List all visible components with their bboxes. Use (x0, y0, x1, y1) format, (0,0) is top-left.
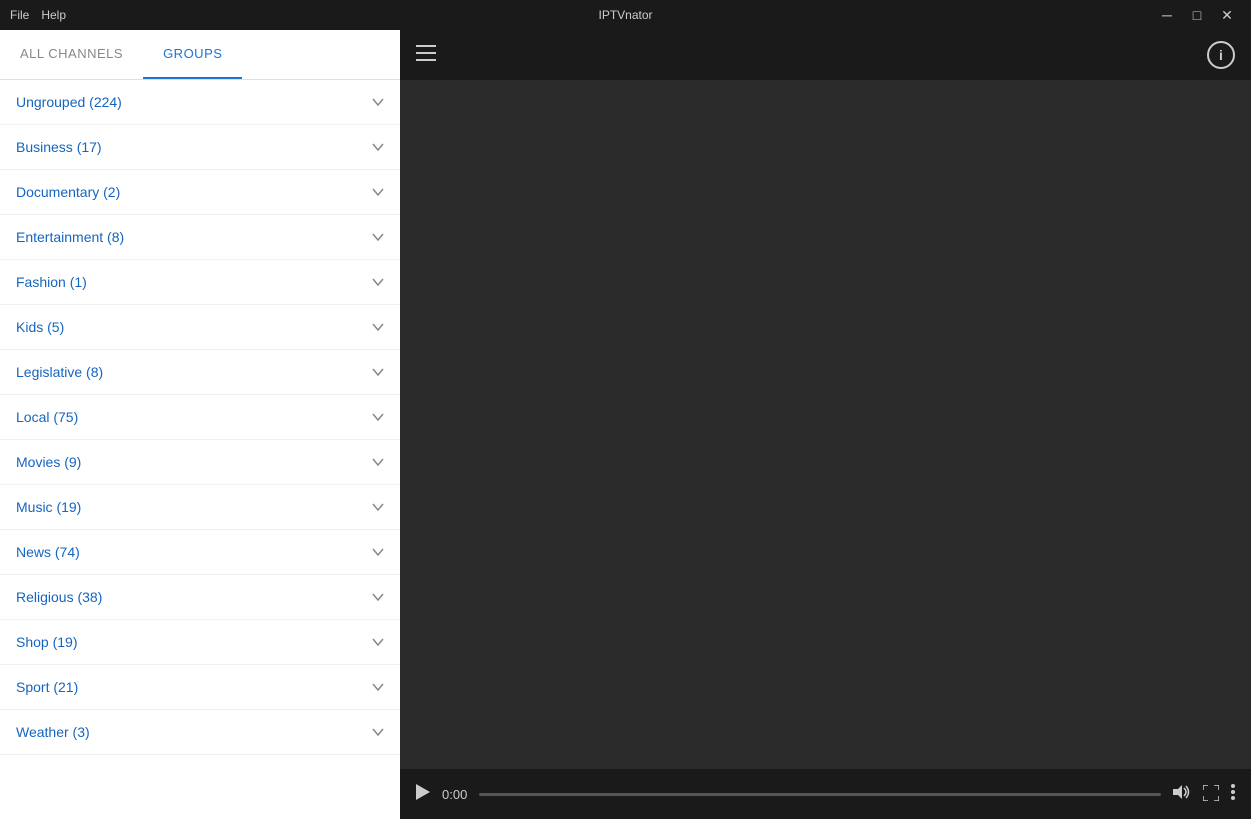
minimize-button[interactable]: ─ (1153, 4, 1181, 26)
chevron-down-icon (372, 680, 384, 694)
group-label: Shop (19) (16, 634, 77, 650)
chevron-down-icon (372, 410, 384, 424)
group-list-item[interactable]: Religious (38) (0, 575, 400, 620)
play-button[interactable] (416, 784, 430, 805)
maximize-button[interactable]: □ (1183, 4, 1211, 26)
help-menu[interactable]: Help (41, 8, 66, 22)
chevron-down-icon (372, 365, 384, 379)
chevron-down-icon (372, 500, 384, 514)
group-list-item[interactable]: Movies (9) (0, 440, 400, 485)
group-label: Kids (5) (16, 319, 64, 335)
video-area[interactable] (400, 80, 1251, 769)
chevron-down-icon (372, 545, 384, 559)
time-display: 0:00 (442, 787, 467, 802)
group-list-item[interactable]: Shop (19) (0, 620, 400, 665)
video-panel: i 0:00 (400, 30, 1251, 819)
volume-icon[interactable] (1173, 785, 1191, 803)
close-button[interactable]: ✕ (1213, 4, 1241, 26)
group-label: Legislative (8) (16, 364, 103, 380)
chevron-down-icon (372, 635, 384, 649)
group-label: Sport (21) (16, 679, 78, 695)
chevron-down-icon (372, 140, 384, 154)
group-list-item[interactable]: Ungrouped (224) (0, 80, 400, 125)
group-list: Ungrouped (224) Business (17) Documentary … (0, 80, 400, 819)
title-bar-menu-group: File Help (10, 8, 66, 22)
sidebar-tabs: ALL CHANNELS GROUPS (0, 30, 400, 80)
group-list-item[interactable]: Local (75) (0, 395, 400, 440)
file-menu[interactable]: File (10, 8, 29, 22)
app-title: IPTVnator (598, 8, 652, 22)
group-list-item[interactable]: Music (19) (0, 485, 400, 530)
group-list-item[interactable]: Sport (21) (0, 665, 400, 710)
group-list-item[interactable]: Legislative (8) (0, 350, 400, 395)
main-content: ALL CHANNELS GROUPS Ungrouped (224) Busin… (0, 30, 1251, 819)
video-controls: 0:00 (400, 769, 1251, 819)
group-label: Fashion (1) (16, 274, 87, 290)
group-label: News (74) (16, 544, 80, 560)
tab-all-channels[interactable]: ALL CHANNELS (0, 30, 143, 79)
group-label: Religious (38) (16, 589, 102, 605)
group-label: Entertainment (8) (16, 229, 124, 245)
group-list-item[interactable]: Weather (3) (0, 710, 400, 755)
video-toolbar: i (400, 30, 1251, 80)
chevron-down-icon (372, 455, 384, 469)
chevron-down-icon (372, 230, 384, 244)
chevron-down-icon (372, 590, 384, 604)
sidebar: ALL CHANNELS GROUPS Ungrouped (224) Busin… (0, 30, 400, 819)
more-options-icon[interactable] (1231, 784, 1235, 805)
group-list-item[interactable]: News (74) (0, 530, 400, 575)
chevron-down-icon (372, 95, 384, 109)
chevron-down-icon (372, 725, 384, 739)
window-controls: ─ □ ✕ (1153, 4, 1241, 26)
group-list-item[interactable]: Kids (5) (0, 305, 400, 350)
chevron-down-icon (372, 185, 384, 199)
progress-bar[interactable] (479, 793, 1161, 796)
group-list-item[interactable]: Business (17) (0, 125, 400, 170)
chevron-down-icon (372, 320, 384, 334)
group-label: Ungrouped (224) (16, 94, 122, 110)
fullscreen-icon[interactable] (1203, 785, 1219, 804)
hamburger-icon[interactable] (416, 45, 436, 66)
info-icon-label: i (1219, 47, 1223, 63)
tab-groups[interactable]: GROUPS (143, 30, 242, 79)
group-label: Local (75) (16, 409, 78, 425)
group-list-item[interactable]: Documentary (2) (0, 170, 400, 215)
chevron-down-icon (372, 275, 384, 289)
group-label: Movies (9) (16, 454, 81, 470)
group-label: Business (17) (16, 139, 102, 155)
group-label: Music (19) (16, 499, 81, 515)
title-bar: File Help IPTVnator ─ □ ✕ (0, 0, 1251, 30)
group-label: Weather (3) (16, 724, 90, 740)
info-icon[interactable]: i (1207, 41, 1235, 69)
group-label: Documentary (2) (16, 184, 120, 200)
group-list-item[interactable]: Fashion (1) (0, 260, 400, 305)
group-list-item[interactable]: Entertainment (8) (0, 215, 400, 260)
